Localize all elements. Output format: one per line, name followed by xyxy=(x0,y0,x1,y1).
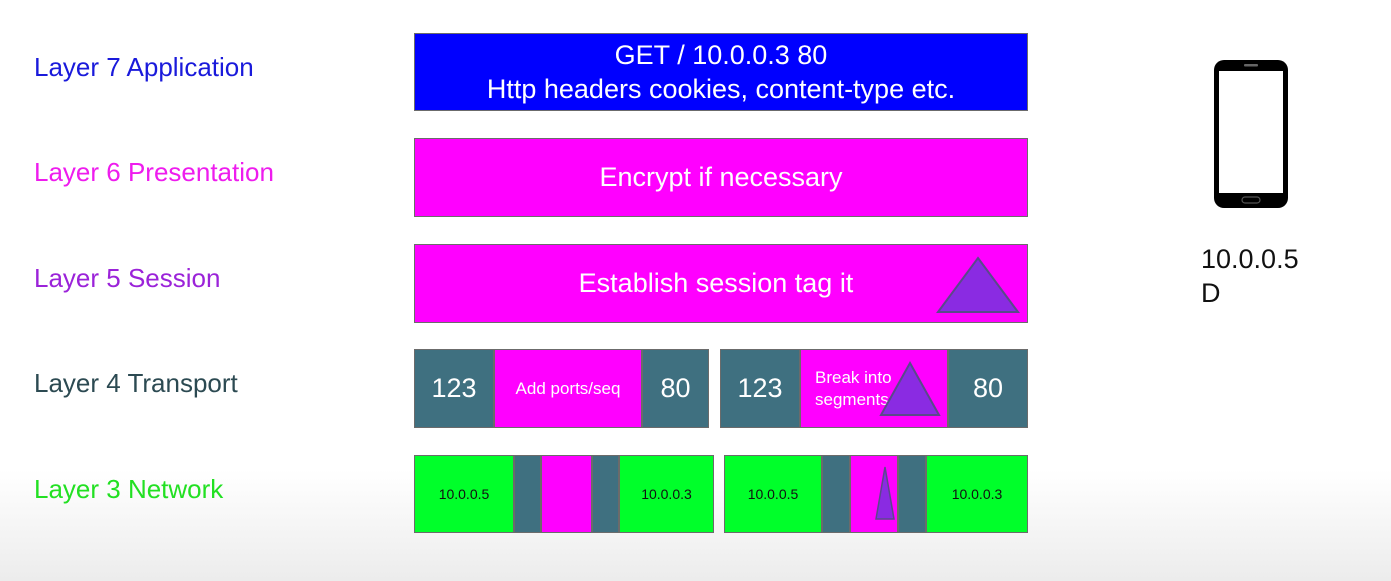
layer-4-segment-1: 123 Add ports/seq 80 xyxy=(414,349,709,428)
layer-6-box: Encrypt if necessary xyxy=(414,138,1028,217)
layer-7-box: GET / 10.0.0.3 80 Http headers cookies, … xyxy=(414,33,1028,111)
segment-2-dst-port: 80 xyxy=(948,349,1028,428)
packet-1-src-ip: 10.0.0.5 xyxy=(414,455,514,533)
packet-tag-triangle xyxy=(875,466,895,520)
layer-7-label: Layer 7 Application xyxy=(34,52,254,82)
session-tag-triangle xyxy=(936,256,1020,313)
layer-3-label: Layer 3 Network xyxy=(34,474,224,504)
packet-2-dst-ip: 10.0.0.3 xyxy=(926,455,1028,533)
device-ip: 10.0.0.5 xyxy=(1201,244,1299,274)
segment-tag-triangle xyxy=(879,360,941,416)
packet-1-payload xyxy=(541,455,592,533)
packet-2-src-ip: 10.0.0.5 xyxy=(724,455,822,533)
segment-2-src-port: 123 xyxy=(720,349,800,428)
segment-1-dst-port: 80 xyxy=(642,349,709,428)
packet-1-port-block xyxy=(514,455,541,533)
segment-1-src-port: 123 xyxy=(414,349,494,428)
packet-1-port-block-2 xyxy=(592,455,619,533)
packet-1-dst-ip: 10.0.0.3 xyxy=(619,455,714,533)
layer-5-label: Layer 5 Session xyxy=(34,263,221,293)
layer-4-segment-2: 123 Break into segments 80 xyxy=(720,349,1028,428)
packet-2-port-block xyxy=(822,455,850,533)
layer-7-line2: Http headers cookies, content-type etc. xyxy=(486,74,956,104)
layer-5-text: Establish session tag it xyxy=(578,268,854,298)
layer-6-label: Layer 6 Presentation xyxy=(34,157,274,187)
segment-1-text: Add ports/seq xyxy=(494,349,642,428)
device-tag: D xyxy=(1201,278,1221,308)
layer-4-label: Layer 4 Transport xyxy=(34,368,238,398)
packet-2-port-block-2 xyxy=(898,455,926,533)
layer-6-text: Encrypt if necessary xyxy=(599,162,843,192)
smartphone-icon xyxy=(1214,60,1288,208)
layer-7-line1: GET / 10.0.0.3 80 xyxy=(614,40,828,70)
layer-3-packet-1: 10.0.0.5 10.0.0.3 xyxy=(414,455,714,533)
